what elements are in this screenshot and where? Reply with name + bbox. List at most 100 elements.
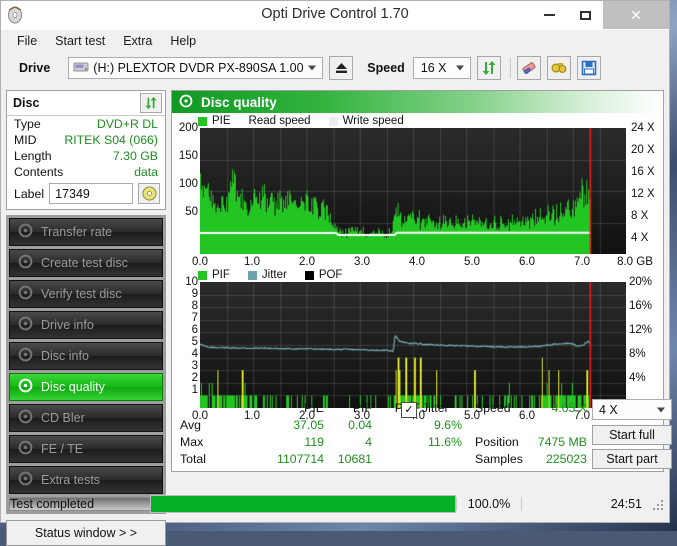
disc-icon [18,378,33,396]
menu-item-file[interactable]: File [9,32,45,50]
status-bar: Test completed 100.0% 24:51 [6,492,664,516]
pie-xtick-1: 1.0 [244,256,260,268]
test-speed-value: 4 X [599,402,618,417]
pif-ytick-5: 5 [191,336,198,348]
menu-item-help[interactable]: Help [162,32,204,50]
stats-total-pie: 1107714 [277,452,324,466]
drive-toolbar: Drive (H:) PLEXTOR DVDR PX-890SA 1.00 Sp… [1,51,669,85]
progress-percent: 100.0% [456,497,521,511]
disc-value-mid: RITEK S04 (066) [64,133,158,147]
stats-max-jitter: 11.6% [428,435,462,449]
sidebar-item-verify-test-disc[interactable]: Verify test disc [9,280,163,308]
pie-xtick-2: 2.0 [299,256,315,268]
sidebar-item-extra-tests[interactable]: Extra tests [9,466,163,494]
sidebar-item-label: Transfer rate [41,225,113,239]
disc-quality-panel: Disc quality PIE Read speed Write speed … [171,90,672,472]
close-icon: ✕ [630,7,642,23]
drive-icon [73,59,89,77]
sidebar-item-drive-info[interactable]: Drive info [9,311,163,339]
pie-chart-legend: PIE Read speed Write speed [172,113,663,128]
start-part-button[interactable]: Start part [592,449,672,469]
sidebar: Disc Type DVD+R DL MID RITEK S04 (066) L… [6,90,166,546]
stats-row-total-label: Total [180,452,206,466]
drive-select[interactable]: (H:) PLEXTOR DVDR PX-890SA 1.00 [68,57,324,79]
pif-ytick-6: 6 [191,324,198,336]
disc-refresh-button[interactable] [140,93,162,113]
pif-chart: 10 9 8 7 6 5 4 3 2 1 20% 16% 12% 8% 4% 0… [172,276,663,422]
sidebar-item-label: FE / TE [41,442,84,456]
save-button[interactable] [576,56,601,80]
pie-y2tick-4x: 4 X [631,232,649,244]
pif-ytick-7: 7 [191,312,198,324]
pie-ytick-100: 100 [178,178,198,190]
sidebar-item-create-test-disc[interactable]: Create test disc [9,249,163,277]
stats-row-avg-label: Avg [180,418,201,432]
samples-label: Samples [475,452,523,466]
legend-label-jitter: Jitter [261,269,287,281]
stats-max-pif: 4 [365,435,372,449]
sidebar-item-disc-quality[interactable]: Disc quality [9,373,163,401]
legend-label-pof: POF [318,269,343,281]
jitter-checkbox[interactable]: ✓ [401,402,417,418]
pie-ytick-200: 200 [178,122,198,134]
chevron-down-icon [455,65,464,71]
speed-result-value: 4.05 X [551,401,587,415]
disc-row-type: Type DVD+R DL [7,116,165,132]
pie-y2tick-24x: 24 X [631,122,655,134]
tools-button[interactable] [546,56,571,80]
minimize-button[interactable] [531,1,567,29]
stats-avg-pie: 37.05 [293,418,324,432]
erase-button[interactable] [516,56,541,80]
pif-plot-canvas [200,282,626,408]
toolbar-separator [509,58,511,78]
sidebar-item-disc-info[interactable]: Disc info [9,342,163,370]
speed-select[interactable]: 16 X [412,57,471,79]
pif-plot-area [200,282,626,408]
pie-plot-canvas [200,128,626,254]
pie-ytick-50: 50 [185,206,198,218]
disc-panel-header: Disc [7,91,165,116]
plug-icon [551,63,567,73]
menu-item-start-test[interactable]: Start test [47,32,113,50]
eject-button[interactable] [329,56,354,80]
pie-xtick-4: 4.0 [409,256,425,268]
disc-key-contents: Contents [14,165,64,179]
stats-col-pif: PIF [352,401,372,415]
speed-value: 16 X [420,61,447,75]
disc-label-button[interactable] [138,183,160,204]
drive-icon [18,316,33,334]
maximize-button[interactable] [567,1,603,29]
close-button[interactable]: ✕ [603,1,669,29]
main-content: Disc Type DVD+R DL MID RITEK S04 (066) L… [1,86,672,546]
disc-label-row: Label 17349 [7,180,165,209]
pif-y2tick-16: 16% [629,300,653,312]
disc-quality-icon [179,94,193,111]
disc-row-mid: MID RITEK S04 (066) [7,132,165,148]
sidebar-item-label: Disc quality [41,380,105,394]
menu-item-extra[interactable]: Extra [115,32,160,50]
resize-grip[interactable] [650,497,664,511]
panel-title: Disc quality [201,94,277,110]
pif-y2tick-8: 8% [629,348,646,360]
legend-swatch-pif [198,270,207,280]
test-speed-select[interactable]: 4 X [592,399,672,420]
pie-xtick-6: 6.0 [519,256,535,268]
status-window-button[interactable]: Status window > > [6,520,166,546]
pif-ytick-3: 3 [191,360,198,372]
pie-ytick-150: 150 [178,150,198,162]
pie-xtick-3: 3.0 [354,256,370,268]
sidebar-item-label: Drive info [41,318,94,332]
start-full-button[interactable]: Start full [592,425,672,445]
sidebar-item-fe-te[interactable]: FE / TE [9,435,163,463]
sidebar-item-label: Disc info [41,349,89,363]
refresh-button[interactable] [476,56,501,80]
sidebar-item-transfer-rate[interactable]: Transfer rate [9,218,163,246]
nav-list: Transfer rate Create test disc Verify te… [6,215,166,514]
eraser-icon [522,62,536,74]
disc-label-input[interactable]: 17349 [49,183,133,204]
pie-chart: 200 150 100 50 24 X 20 X 16 X 12 X 8 X 4… [172,122,663,268]
disc-info-panel: Disc Type DVD+R DL MID RITEK S04 (066) L… [6,90,166,210]
panel-header: Disc quality [172,91,663,113]
sidebar-item-cd-bler[interactable]: CD Bler [9,404,163,432]
stats-avg-jitter: 9.6% [433,418,462,432]
